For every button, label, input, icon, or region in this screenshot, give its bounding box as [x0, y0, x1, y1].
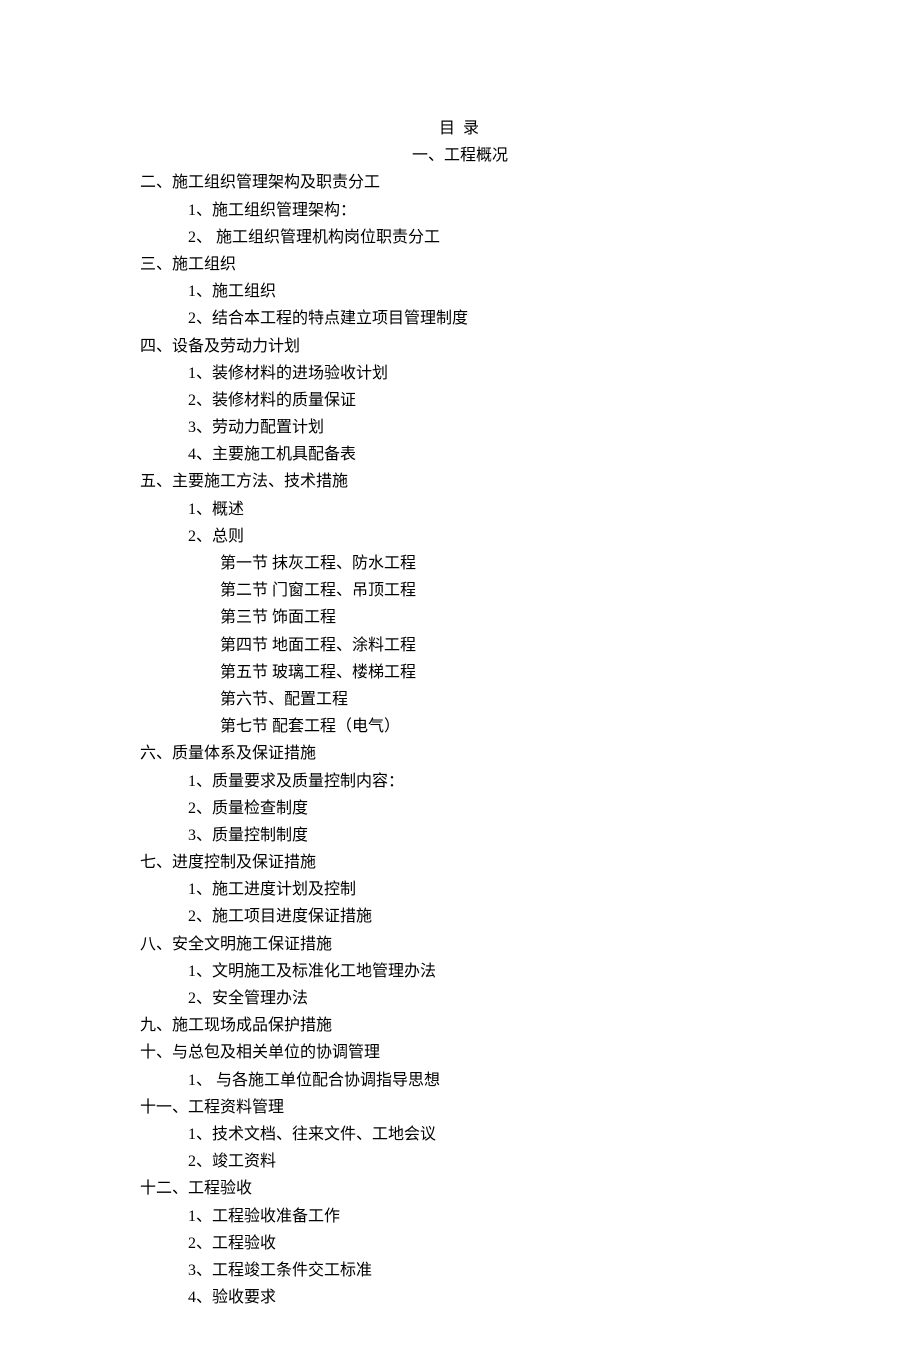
toc-entry: 1、概述 — [140, 496, 780, 523]
toc-entry: 第四节 地面工程、涂料工程 — [140, 632, 780, 659]
toc-entry: 第三节 饰面工程 — [140, 604, 780, 631]
toc-entry: 十二、工程验收 — [140, 1175, 780, 1202]
toc-entry: 六、质量体系及保证措施 — [140, 740, 780, 767]
toc-entry: 第五节 玻璃工程、楼梯工程 — [140, 659, 780, 686]
toc-entry: 八、安全文明施工保证措施 — [140, 931, 780, 958]
toc-entry: 2、总则 — [140, 523, 780, 550]
toc-entry: 4、验收要求 — [140, 1284, 780, 1311]
toc-entry: 2、装修材料的质量保证 — [140, 387, 780, 414]
toc-entry: 第二节 门窗工程、吊顶工程 — [140, 577, 780, 604]
toc-entry: 2、工程验收 — [140, 1230, 780, 1257]
toc-entry: 1、施工进度计划及控制 — [140, 876, 780, 903]
toc-entry: 四、设备及劳动力计划 — [140, 333, 780, 360]
toc-entry: 十、与总包及相关单位的协调管理 — [140, 1039, 780, 1066]
toc-entry: 2、结合本工程的特点建立项目管理制度 — [140, 305, 780, 332]
toc-body: 二、施工组织管理架构及职责分工1、施工组织管理架构：2、 施工组织管理机构岗位职… — [140, 169, 780, 1311]
toc-entry: 1、施工组织 — [140, 278, 780, 305]
toc-entry: 三、施工组织 — [140, 251, 780, 278]
toc-entry: 2、竣工资料 — [140, 1148, 780, 1175]
toc-entry: 1、施工组织管理架构： — [140, 197, 780, 224]
toc-entry: 2、质量检查制度 — [140, 795, 780, 822]
toc-title: 目 录 — [140, 115, 780, 142]
toc-entry: 3、质量控制制度 — [140, 822, 780, 849]
toc-entry: 第七节 配套工程（电气） — [140, 713, 780, 740]
toc-entry: 2、安全管理办法 — [140, 985, 780, 1012]
toc-entry: 1、技术文档、往来文件、工地会议 — [140, 1121, 780, 1148]
toc-entry: 1、 与各施工单位配合协调指导思想 — [140, 1067, 780, 1094]
toc-entry: 二、施工组织管理架构及职责分工 — [140, 169, 780, 196]
toc-entry: 第六节、配置工程 — [140, 686, 780, 713]
toc-entry: 1、文明施工及标准化工地管理办法 — [140, 958, 780, 985]
toc-entry: 九、施工现场成品保护措施 — [140, 1012, 780, 1039]
toc-entry: 2、 施工组织管理机构岗位职责分工 — [140, 224, 780, 251]
toc-entry: 七、进度控制及保证措施 — [140, 849, 780, 876]
toc-entry: 1、装修材料的进场验收计划 — [140, 360, 780, 387]
toc-entry: 2、施工项目进度保证措施 — [140, 903, 780, 930]
toc-entry: 3、劳动力配置计划 — [140, 414, 780, 441]
toc-entry: 五、主要施工方法、技术措施 — [140, 468, 780, 495]
toc-entry: 3、工程竣工条件交工标准 — [140, 1257, 780, 1284]
toc-entry: 4、主要施工机具配备表 — [140, 441, 780, 468]
toc-entry: 十一、工程资料管理 — [140, 1094, 780, 1121]
toc-section-1: 一、工程概况 — [140, 142, 780, 169]
toc-entry: 1、工程验收准备工作 — [140, 1203, 780, 1230]
toc-entry: 第一节 抹灰工程、防水工程 — [140, 550, 780, 577]
toc-entry: 1、质量要求及质量控制内容： — [140, 768, 780, 795]
